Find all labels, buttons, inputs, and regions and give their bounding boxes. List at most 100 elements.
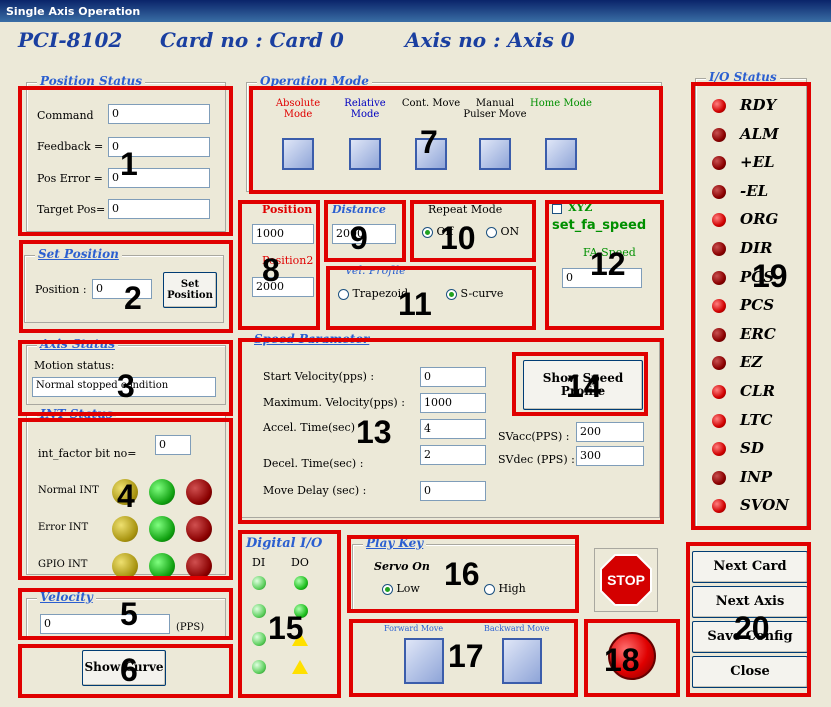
backward-move-button[interactable]	[502, 638, 542, 684]
svacc-field[interactable]: 200	[576, 422, 644, 442]
window-title: Single Axis Operation	[0, 0, 831, 22]
play-key-title: Play Key	[363, 536, 427, 550]
int-led-2-1	[149, 553, 175, 579]
servo-on-label: Servo On	[374, 560, 430, 573]
decel-time-field[interactable]: 2	[420, 445, 486, 465]
speed-parameter-title: Speed Parameter	[251, 332, 373, 346]
servo-low-radio[interactable]	[382, 583, 393, 595]
int-factor-field[interactable]: 0	[155, 435, 191, 455]
annotation-number-4: 4	[117, 478, 135, 514]
io-label-8: ERC	[740, 324, 776, 343]
do-indicator-0[interactable]	[294, 576, 308, 590]
move-delay-field[interactable]: 0	[420, 481, 486, 501]
servo-low-option[interactable]: Low	[382, 582, 420, 595]
io-led-alm	[712, 127, 726, 142]
int-row-label-2: GPIO INT	[38, 559, 88, 570]
io-label-7: PCS	[740, 296, 775, 315]
pos-error-label: Pos Error =	[37, 172, 103, 185]
backward-move-label: Backward Move	[484, 624, 550, 633]
card-type-label: PCI-8102	[18, 28, 123, 52]
io-led-inp	[712, 470, 726, 485]
start-velocity-label: Start Velocity(pps) :	[263, 370, 375, 383]
curve-label: Vel. Profile	[345, 264, 406, 277]
annotation-number-7: 7	[420, 124, 438, 160]
io-led-ltc	[712, 413, 726, 428]
axis-number-label: Axis no : Axis 0	[405, 28, 575, 52]
io-label-13: INP	[740, 467, 773, 486]
distance-label: Distance	[332, 203, 386, 216]
servo-high-option[interactable]: High	[484, 582, 526, 595]
int-led-0-1	[149, 479, 175, 505]
io-label-2: +EL	[740, 153, 775, 172]
do-label: DO	[291, 556, 309, 569]
io-label-11: LTC	[740, 410, 773, 429]
accel-time-label: Accel. Time(sec)	[263, 421, 355, 434]
command-field[interactable]: 0	[108, 104, 210, 124]
repeat-on-option[interactable]: ON	[486, 225, 519, 238]
io-label-14: SVON	[740, 496, 789, 515]
repeat-on-radio[interactable]	[486, 226, 497, 238]
io-label-1: ALM	[740, 124, 779, 143]
right-button-0[interactable]: Next Card	[692, 551, 808, 583]
io-led-dir	[712, 242, 726, 256]
xyz-checkbox[interactable]	[552, 204, 562, 214]
operation-mode-title: Operation Mode	[257, 74, 372, 88]
annotation-number-14: 14	[566, 368, 602, 404]
accel-time-field[interactable]: 4	[420, 419, 486, 439]
annotation-number-16: 16	[444, 556, 480, 592]
servo-high-radio[interactable]	[484, 583, 495, 595]
io-label-10: CLR	[740, 382, 775, 400]
io-label-4: ORG	[740, 210, 779, 229]
stop-label: STOP	[607, 572, 645, 588]
forward-move-button[interactable]	[404, 638, 444, 684]
position-status-title: Position Status	[37, 74, 146, 88]
digital-io-title: Digital I/O	[246, 536, 323, 551]
mode-button-3[interactable]	[479, 138, 511, 170]
mode-button-4[interactable]	[545, 138, 577, 170]
annotation-number-3: 3	[117, 368, 135, 404]
io-led-el	[712, 184, 726, 199]
di-led-0	[252, 576, 266, 590]
max-velocity-field[interactable]: 1000	[420, 393, 486, 413]
start-velocity-field[interactable]: 0	[420, 367, 486, 387]
scurve-radio[interactable]	[446, 288, 457, 300]
annotation-number-15: 15	[268, 610, 304, 646]
annotation-number-18: 18	[604, 642, 640, 678]
int-row-label-0: Normal INT	[38, 485, 99, 496]
mode-label-2: Cont. Move	[401, 98, 461, 109]
set-position-title: Set Position	[35, 247, 122, 261]
annotation-number-9: 9	[350, 220, 368, 256]
set-position-field[interactable]: 0	[92, 279, 152, 299]
io-label-5: DIR	[740, 239, 773, 257]
set-position-button[interactable]: Set Position	[163, 272, 217, 308]
scurve-option[interactable]: S-curve	[446, 287, 503, 300]
mode-button-1[interactable]	[349, 138, 381, 170]
stop-button[interactable]: STOP	[594, 548, 658, 612]
io-led-erc	[712, 327, 726, 342]
svdec-label: SVdec (PPS) :	[498, 453, 575, 466]
svdec-field[interactable]: 300	[576, 446, 644, 466]
move-delay-label: Move Delay (sec) :	[263, 484, 367, 497]
annotation-number-2: 2	[124, 280, 142, 316]
decel-time-label: Decel. Time(sec) :	[263, 457, 364, 470]
position1-label: Position	[262, 203, 313, 216]
mode-label-3: Manual Pulser Move	[463, 98, 527, 120]
position1-field[interactable]: 1000	[252, 224, 314, 244]
servo-high-text: High	[498, 582, 526, 595]
forward-move-label: Forward Move	[384, 624, 444, 633]
annotation-number-8: 8	[262, 252, 280, 288]
velocity-field: 0	[40, 614, 170, 634]
mode-label-1: Relative Mode	[344, 98, 386, 120]
target-pos-field[interactable]: 0	[108, 199, 210, 219]
trapezoid-radio[interactable]	[338, 288, 349, 300]
repeat-off-radio[interactable]	[422, 226, 433, 238]
annotation-number-1: 1	[120, 146, 138, 182]
annotation-number-13: 13	[356, 414, 392, 450]
annotation-number-20: 20	[734, 610, 770, 646]
right-button-3[interactable]: Close	[692, 656, 808, 688]
mode-button-0[interactable]	[282, 138, 314, 170]
di-led-2	[252, 632, 266, 646]
io-label-12: SD	[740, 439, 764, 458]
do-indicator-3[interactable]	[292, 660, 308, 674]
svacc-label: SVacc(PPS) :	[498, 430, 570, 443]
